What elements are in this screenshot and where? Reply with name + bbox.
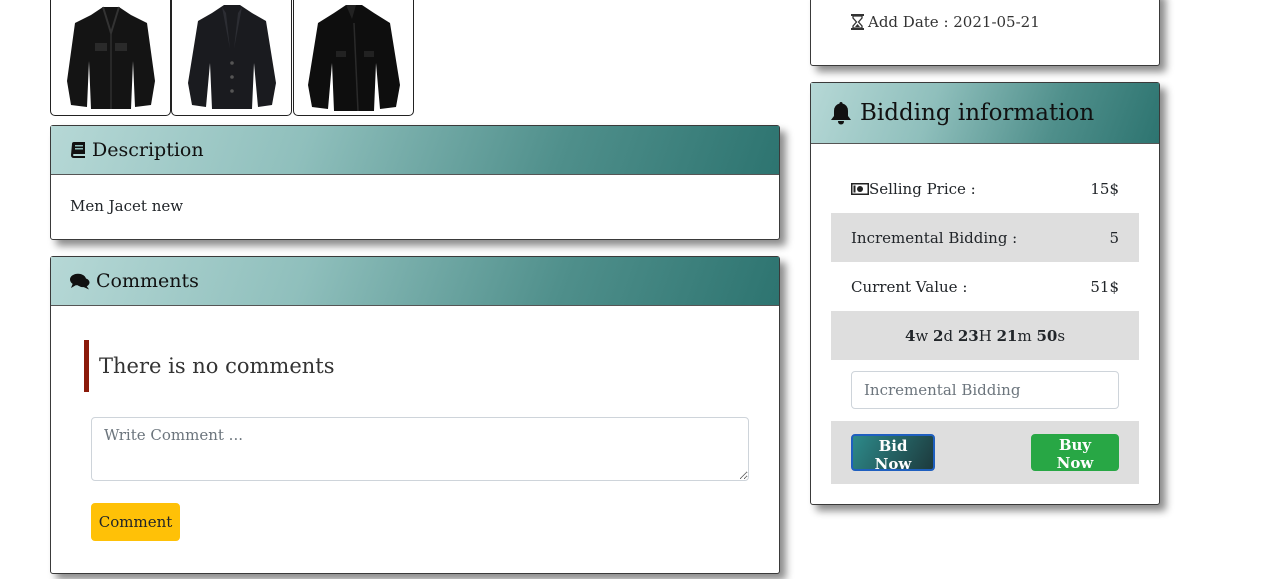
add-date-label: Add Date : 2021-05-21 bbox=[868, 13, 1040, 31]
jacket-image bbox=[188, 5, 276, 109]
selling-price-label: Selling Price : bbox=[869, 179, 976, 198]
bell-icon bbox=[830, 101, 852, 125]
countdown-hours: 23 bbox=[957, 326, 979, 345]
comments-title: Comments bbox=[96, 270, 199, 292]
product-thumbnail-2[interactable] bbox=[171, 0, 292, 116]
add-date-row: Add Date : 2021-05-21 bbox=[851, 13, 1040, 31]
bidding-header: Bidding information bbox=[811, 83, 1159, 144]
product-thumbnail-1[interactable] bbox=[50, 0, 171, 116]
incremental-bidding-label: Incremental Bidding : bbox=[851, 228, 1018, 247]
incremental-bidding-input[interactable] bbox=[851, 371, 1119, 409]
product-info-panel: Add Date : 2021-05-21 bbox=[810, 0, 1160, 66]
countdown-seconds-unit: s bbox=[1057, 326, 1066, 345]
bidding-panel: Bidding information Selling Price : 15$ … bbox=[810, 82, 1160, 505]
countdown-timer: 4w 2d 23H 21m 50s bbox=[831, 311, 1139, 360]
countdown-weeks: 4 bbox=[904, 326, 916, 345]
description-header: Description bbox=[51, 126, 779, 175]
selling-price-value: 15$ bbox=[1090, 179, 1119, 198]
hourglass-icon bbox=[851, 14, 864, 30]
incremental-bidding-row: Incremental Bidding : 5 bbox=[831, 213, 1139, 262]
selling-price-row: Selling Price : 15$ bbox=[831, 164, 1139, 213]
bidding-title: Bidding information bbox=[860, 100, 1095, 126]
countdown-hours-unit: H bbox=[978, 326, 992, 345]
no-comments-message: There is no comments bbox=[84, 340, 335, 392]
countdown-weeks-unit: w bbox=[915, 326, 929, 345]
jacket-image bbox=[67, 6, 155, 109]
jacket-image bbox=[308, 5, 400, 112]
countdown-seconds: 50 bbox=[1036, 326, 1058, 345]
description-title: Description bbox=[92, 139, 204, 161]
book-icon bbox=[70, 142, 86, 158]
current-value-row: Current Value : 51$ bbox=[831, 262, 1139, 311]
bid-actions-bar: Bid Now Buy Now bbox=[831, 421, 1139, 484]
description-panel: Description Men Jacet new bbox=[50, 125, 780, 240]
comments-icon bbox=[70, 273, 90, 290]
countdown-days: 2 bbox=[933, 326, 944, 345]
comment-submit-button[interactable]: Comment bbox=[91, 503, 180, 541]
incremental-bidding-value: 5 bbox=[1109, 228, 1119, 247]
money-bill-icon bbox=[851, 182, 869, 195]
current-value-label: Current Value : bbox=[851, 277, 968, 296]
comments-header: Comments bbox=[51, 257, 779, 306]
countdown-minutes-unit: m bbox=[1017, 326, 1032, 345]
comments-panel: Comments There is no comments Comment bbox=[50, 256, 780, 574]
product-thumbnail-3[interactable] bbox=[293, 0, 414, 116]
countdown-days-unit: d bbox=[943, 326, 954, 345]
buy-now-button[interactable]: Buy Now bbox=[1031, 434, 1119, 472]
bid-now-button[interactable]: Bid Now bbox=[851, 434, 935, 473]
current-value-value: 51$ bbox=[1090, 277, 1119, 296]
comment-input[interactable] bbox=[91, 417, 749, 481]
countdown-minutes: 21 bbox=[996, 326, 1018, 345]
description-text: Men Jacet new bbox=[70, 197, 184, 215]
